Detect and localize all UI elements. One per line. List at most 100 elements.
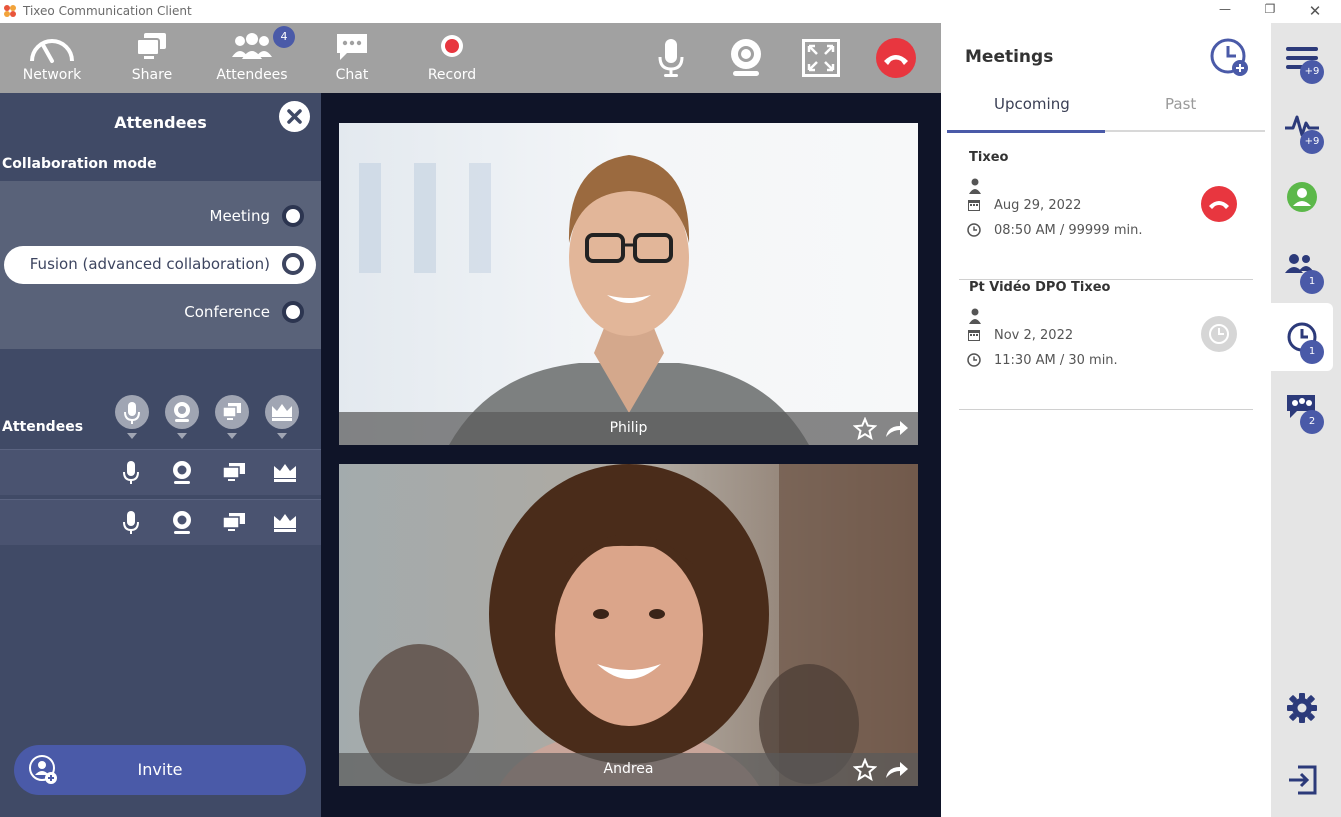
webcam-icon: [731, 39, 761, 76]
mode-meeting-option[interactable]: Meeting: [4, 198, 316, 236]
attendees-button[interactable]: Attendees 4: [212, 23, 295, 93]
webcam-icon: [174, 402, 190, 422]
restore-button[interactable]: ❐: [1260, 2, 1280, 20]
contacts-button[interactable]: 1: [1271, 235, 1333, 303]
crown-icon[interactable]: [272, 460, 298, 486]
video-name-bar: Andrea: [339, 753, 918, 786]
microphone-icon[interactable]: [120, 460, 142, 486]
attendees-panel: Attendees Collaboration mode Meeting Fus…: [0, 93, 321, 817]
chat-bubble-icon: [337, 34, 367, 60]
all-share-button[interactable]: [215, 395, 249, 429]
mute-all-mic-button[interactable]: [115, 395, 149, 429]
participant-video: [339, 464, 918, 786]
menu-button[interactable]: +9: [1271, 25, 1333, 93]
microphone-icon: [124, 402, 140, 424]
attendee-row[interactable]: [0, 449, 321, 495]
chevron-down-icon[interactable]: [277, 433, 287, 439]
activity-button[interactable]: +9: [1271, 95, 1333, 163]
video-tile-andrea[interactable]: Andrea: [339, 464, 918, 786]
mode-conference-option[interactable]: Conference: [4, 294, 316, 332]
attendees-count-badge: 4: [273, 26, 295, 48]
attendees-group-icon: [232, 33, 272, 59]
title-bar: Tixeo Communication Client — ❐ ✕: [0, 0, 1341, 23]
participant-name: Andrea: [603, 761, 654, 777]
share-label: Share: [131, 67, 173, 83]
person-icon: [969, 308, 981, 324]
mode-conference-label: Conference: [184, 303, 270, 321]
record-button[interactable]: Record: [412, 23, 492, 93]
invite-button[interactable]: Invite: [14, 745, 306, 795]
webcam-icon[interactable]: [171, 510, 193, 536]
close-window-button[interactable]: ✕: [1305, 2, 1325, 20]
end-meeting-button[interactable]: [1201, 186, 1237, 222]
tixeo-logo-icon: [4, 5, 16, 17]
hangup-phone-icon: [876, 38, 916, 78]
fullscreen-icon: [802, 39, 840, 77]
logout-button[interactable]: [1271, 747, 1333, 815]
mode-conference-radio[interactable]: [282, 301, 304, 323]
video-name-bar: Philip: [339, 412, 918, 445]
forward-arrow-icon[interactable]: [884, 418, 910, 440]
meeting-item[interactable]: Pt Vidéo DPO Tixeo Nov 2, 2022 11:30 AM …: [959, 280, 1253, 410]
meeting-date-value: Nov 2, 2022: [994, 328, 1074, 343]
close-icon: [287, 109, 302, 124]
mode-fusion-radio[interactable]: [282, 253, 304, 275]
crown-icon[interactable]: [272, 510, 298, 536]
schedule-meeting-icon[interactable]: [1209, 37, 1251, 79]
share-screens-icon: [136, 33, 166, 59]
record-dot-icon: [441, 35, 463, 57]
chevron-down-icon[interactable]: [227, 433, 237, 439]
meeting-time-value: 11:30 AM / 30 min.: [994, 353, 1118, 368]
collaboration-mode-group: Meeting Fusion (advanced collaboration) …: [0, 181, 321, 349]
attendee-row[interactable]: [0, 499, 321, 545]
camera-toggle[interactable]: [725, 23, 767, 93]
participant-video: [339, 123, 918, 445]
video-grid: Philip Andrea: [321, 93, 941, 817]
tab-past[interactable]: Past: [1165, 95, 1196, 113]
close-panel-button[interactable]: [279, 101, 310, 132]
share-screens-icon[interactable]: [221, 510, 247, 536]
participant-name: Philip: [609, 420, 648, 436]
clock-icon: [1209, 324, 1229, 344]
chat-rooms-button[interactable]: 2: [1271, 375, 1333, 443]
mode-meeting-radio[interactable]: [282, 205, 304, 227]
chevron-down-icon[interactable]: [177, 433, 187, 439]
contacts-badge: 1: [1300, 270, 1324, 294]
meeting-date: Aug 29, 2022: [967, 198, 1081, 216]
meeting-item[interactable]: Tixeo Aug 29, 2022 08:50 AM / 99999 min.: [959, 150, 1253, 280]
meeting-title: Tixeo: [969, 150, 1009, 165]
microphone-icon: [658, 39, 684, 77]
hangup-button[interactable]: [874, 23, 918, 93]
all-camera-button[interactable]: [165, 395, 199, 429]
scheduled-meeting-button[interactable]: [1201, 316, 1237, 352]
tab-upcoming[interactable]: Upcoming: [994, 95, 1070, 113]
chat-button[interactable]: Chat: [312, 23, 392, 93]
meetings-button[interactable]: 1: [1271, 303, 1333, 371]
forward-arrow-icon[interactable]: [884, 759, 910, 781]
calendar-icon: [968, 330, 980, 341]
meetings-panel: Meetings Upcoming Past Tixeo Aug 29, 202…: [941, 23, 1271, 817]
microphone-icon[interactable]: [120, 510, 142, 536]
user-presence-icon: [1287, 182, 1317, 212]
minimize-button[interactable]: —: [1215, 2, 1235, 20]
share-button[interactable]: Share: [112, 23, 192, 93]
webcam-icon[interactable]: [171, 460, 193, 486]
settings-button[interactable]: [1271, 673, 1333, 741]
share-screens-icon[interactable]: [221, 460, 247, 486]
microphone-toggle[interactable]: [650, 23, 692, 93]
all-moderator-button[interactable]: [265, 395, 299, 429]
presence-status-button[interactable]: [1271, 165, 1333, 233]
star-icon[interactable]: [853, 758, 877, 782]
network-button[interactable]: Network: [12, 23, 92, 93]
chevron-down-icon[interactable]: [127, 433, 137, 439]
network-gauge-icon: [30, 39, 74, 63]
mode-fusion-option[interactable]: Fusion (advanced collaboration): [4, 246, 316, 284]
fullscreen-button[interactable]: [800, 23, 842, 93]
gear-icon: [1287, 693, 1317, 723]
meetings-title: Meetings: [965, 47, 1054, 67]
person-icon: [969, 178, 981, 194]
meeting-time: 08:50 AM / 99999 min.: [967, 223, 1142, 241]
collaboration-mode-label: Collaboration mode: [2, 156, 157, 172]
video-tile-philip[interactable]: Philip: [339, 123, 918, 445]
star-icon[interactable]: [853, 417, 877, 441]
